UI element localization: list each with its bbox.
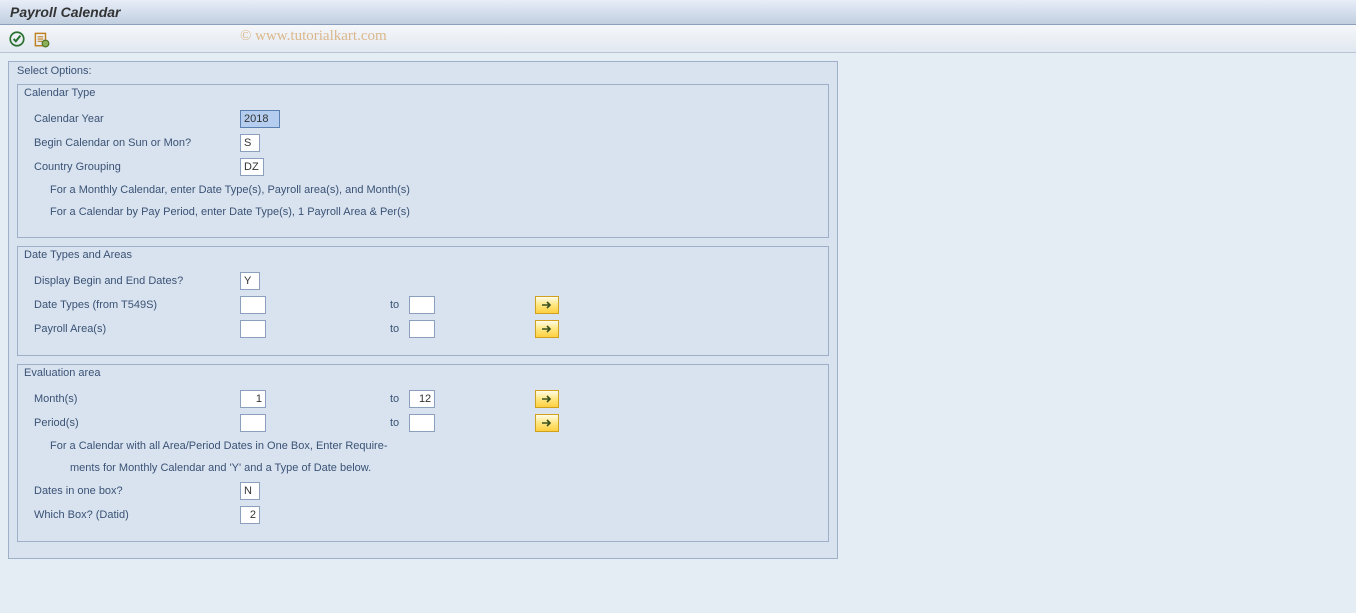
group-title: Evaluation area <box>18 365 828 381</box>
display-begin-end-input[interactable] <box>240 272 260 290</box>
info-text-onebox-2: ments for Monthly Calendar and 'Y' and a… <box>30 459 816 477</box>
months-label: Month(s) <box>30 393 240 405</box>
main-area: Select Options: Calendar Type Calendar Y… <box>0 53 1356 613</box>
multi-select-button[interactable] <box>535 296 559 314</box>
info-text-monthly: For a Monthly Calendar, enter Date Type(… <box>30 181 816 199</box>
begin-day-input[interactable] <box>240 134 260 152</box>
watermark: © www.tutorialkart.com <box>240 28 387 45</box>
group-date-types: Date Types and Areas Display Begin and E… <box>17 246 829 356</box>
country-grouping-input[interactable] <box>240 158 264 176</box>
which-box-label: Which Box? (Datid) <box>30 509 240 521</box>
country-grouping-label: Country Grouping <box>30 161 240 173</box>
dates-one-box-label: Dates in one box? <box>30 485 240 497</box>
begin-day-label: Begin Calendar on Sun or Mon? <box>30 137 240 149</box>
periods-label: Period(s) <box>30 417 240 429</box>
group-title: Date Types and Areas <box>18 247 828 263</box>
window-title: Payroll Calendar <box>0 0 1356 25</box>
to-label: to <box>390 323 399 335</box>
group-calendar-type: Calendar Type Calendar Year Begin Calend… <box>17 84 829 238</box>
execute-icon[interactable] <box>8 30 26 48</box>
multi-select-button[interactable] <box>535 414 559 432</box>
toolbar: © www.tutorialkart.com <box>0 25 1356 53</box>
info-text-payperiod: For a Calendar by Pay Period, enter Date… <box>30 203 816 221</box>
calendar-year-input[interactable] <box>240 110 280 128</box>
variant-icon[interactable] <box>32 30 50 48</box>
panel-title: Select Options: <box>9 62 837 80</box>
date-types-label: Date Types (from T549S) <box>30 299 240 311</box>
group-title: Calendar Type <box>18 85 828 101</box>
months-to-input[interactable] <box>409 390 435 408</box>
multi-select-button[interactable] <box>535 390 559 408</box>
periods-from-input[interactable] <box>240 414 266 432</box>
group-evaluation: Evaluation area Month(s) to <box>17 364 829 542</box>
periods-to-input[interactable] <box>409 414 435 432</box>
dates-one-box-input[interactable] <box>240 482 260 500</box>
to-label: to <box>390 393 399 405</box>
select-options-panel: Select Options: Calendar Type Calendar Y… <box>8 61 838 559</box>
which-box-input[interactable] <box>240 506 260 524</box>
calendar-year-label: Calendar Year <box>30 113 240 125</box>
months-from-input[interactable] <box>240 390 266 408</box>
payroll-areas-label: Payroll Area(s) <box>30 323 240 335</box>
multi-select-button[interactable] <box>535 320 559 338</box>
payroll-areas-from-input[interactable] <box>240 320 266 338</box>
payroll-areas-to-input[interactable] <box>409 320 435 338</box>
to-label: to <box>390 299 399 311</box>
info-text-onebox-1: For a Calendar with all Area/Period Date… <box>30 437 816 455</box>
date-types-to-input[interactable] <box>409 296 435 314</box>
to-label: to <box>390 417 399 429</box>
display-begin-end-label: Display Begin and End Dates? <box>30 275 240 287</box>
date-types-from-input[interactable] <box>240 296 266 314</box>
